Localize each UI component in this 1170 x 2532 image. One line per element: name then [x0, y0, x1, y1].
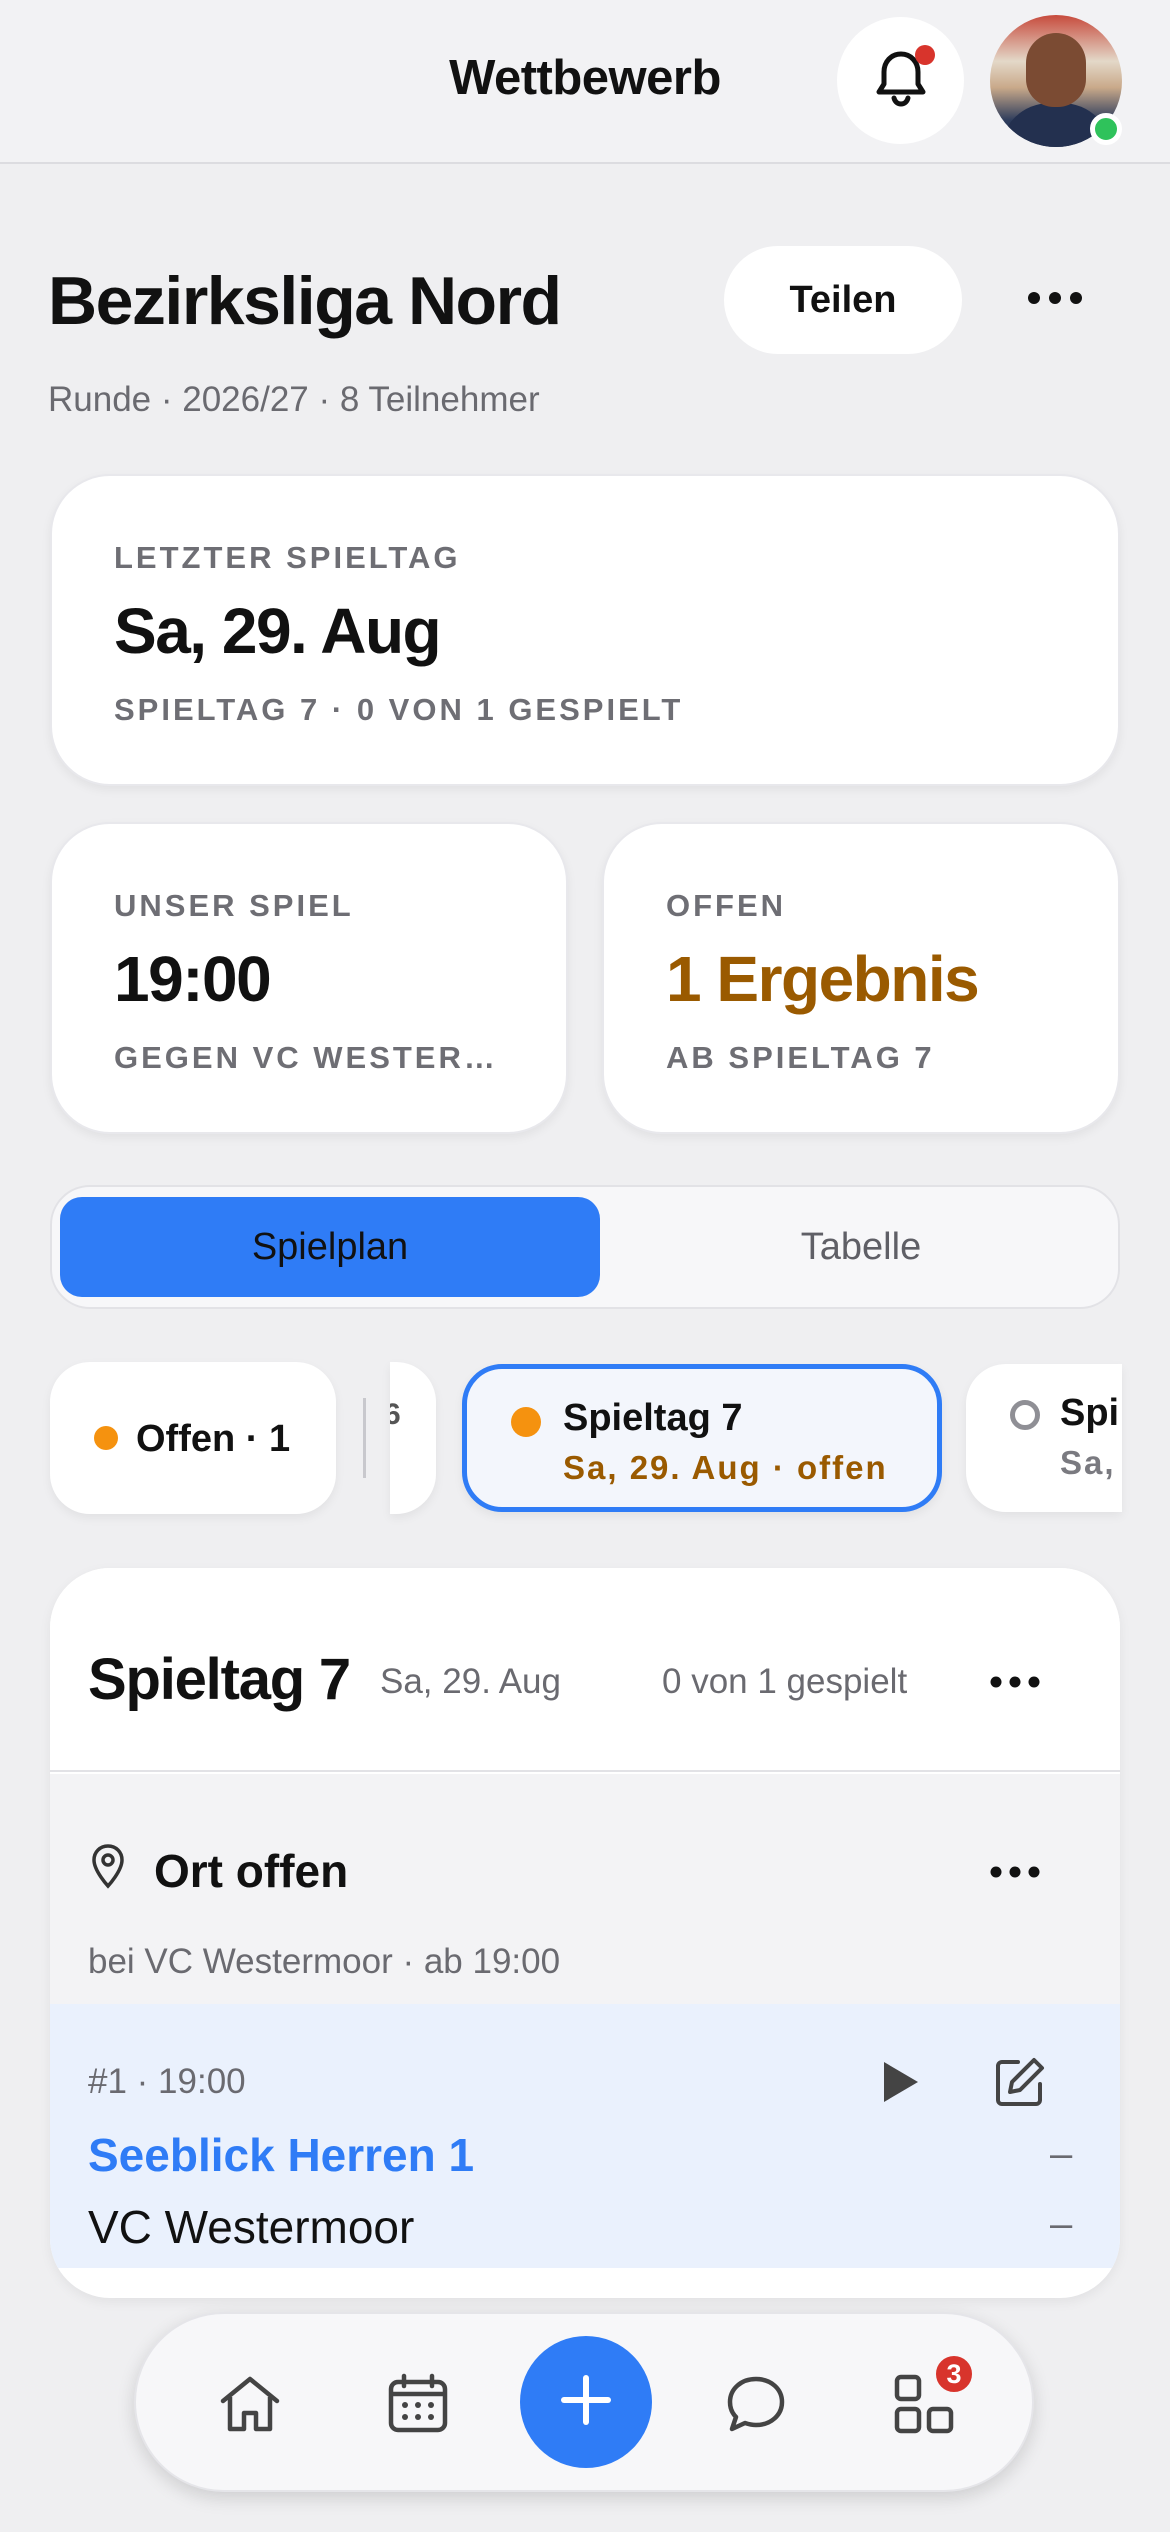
- away-team: VC Westermoor: [88, 2201, 415, 2253]
- location-pin-icon: [90, 1842, 126, 1895]
- chip-subtitle: Sa, 29. Aug · offen: [563, 1449, 888, 1486]
- matchday-title: Spieltag 7: [88, 1647, 351, 1712]
- orange-dot-icon: [511, 1407, 541, 1437]
- chip-title: Spi: [1060, 1392, 1120, 1434]
- home-score: –: [1050, 2132, 1073, 2176]
- card-value: Sa, 29. Aug: [114, 595, 442, 667]
- matchday-chip-next[interactable]: Spi Sa,: [966, 1364, 1122, 1512]
- more-icon: [1027, 291, 1083, 310]
- card-sub: AB SPIELTAG 7: [666, 1040, 935, 1075]
- tab-calendar[interactable]: [380, 2368, 456, 2444]
- game-meta: #1 · 19:00: [88, 2062, 246, 2101]
- venue-more-button[interactable]: [970, 1836, 1060, 1912]
- card-label: UNSER SPIEL: [114, 888, 354, 923]
- edit-icon: [992, 2054, 1048, 2115]
- open-results-card[interactable]: OFFEN 1 Ergebnis AB SPIELTAG 7: [602, 822, 1120, 1134]
- share-button[interactable]: Teilen: [724, 246, 962, 354]
- view-segmented-control: Spielplan Tabelle: [50, 1185, 1120, 1309]
- venue-section: Ort offen bei VC Westermoor · ab 19:00: [50, 1774, 1120, 2004]
- filter-chip-open[interactable]: Offen · 1: [50, 1362, 336, 1514]
- league-subline: Runde · 2026/27 · 8 Teilnehmer: [48, 380, 540, 419]
- card-value: 1 Ergebnis: [666, 943, 980, 1015]
- matchday-chip-previous[interactable]: 6: [390, 1362, 436, 1514]
- chip-label: 6: [390, 1398, 401, 1431]
- card-label: OFFEN: [666, 888, 787, 923]
- matchday-header: Spieltag 7 Sa, 29. Aug 0 von 1 gespielt: [50, 1568, 1120, 1772]
- start-game-button[interactable]: [860, 2044, 940, 2124]
- more-icon: [990, 1675, 1040, 1693]
- top-bar: Wettbewerb: [0, 0, 1170, 164]
- plus-icon: [558, 2372, 614, 2433]
- chat-bubble-icon: [724, 2373, 788, 2440]
- matchday-played-count: 0 von 1 gespielt: [662, 1662, 908, 1701]
- card-sub: GEGEN VC WESTER…: [114, 1040, 498, 1075]
- orange-dot-icon: [94, 1426, 118, 1450]
- tab-home[interactable]: [212, 2368, 288, 2444]
- league-title: Bezirksliga Nord: [48, 263, 562, 339]
- calendar-icon: [386, 2372, 450, 2441]
- edit-game-button[interactable]: [980, 2044, 1060, 2124]
- away-score: –: [1050, 2202, 1073, 2246]
- avatar[interactable]: [990, 15, 1122, 147]
- more-icon: [990, 1865, 1040, 1883]
- chip-label: Offen · 1: [136, 1418, 291, 1460]
- hollow-dot-icon: [1010, 1400, 1040, 1430]
- tab-chat[interactable]: [718, 2368, 794, 2444]
- matchday-more-button[interactable]: [970, 1646, 1060, 1722]
- home-team: Seeblick Herren 1: [88, 2129, 475, 2181]
- chip-divider: [363, 1398, 366, 1478]
- chip-title: Spieltag 7: [563, 1397, 743, 1439]
- matchday-chip-selected[interactable]: Spieltag 7 Sa, 29. Aug · offen: [462, 1364, 942, 1512]
- notification-dot: [915, 45, 935, 65]
- notifications-button[interactable]: [837, 17, 964, 144]
- add-button[interactable]: [520, 2336, 652, 2468]
- notification-badge: 3: [932, 2352, 976, 2396]
- card-value: 19:00: [114, 943, 272, 1015]
- card-label: LETZTER SPIELTAG: [114, 540, 461, 575]
- chip-subtitle: Sa,: [1060, 1444, 1116, 1481]
- card-sub: SPIELTAG 7 · 0 VON 1 GESPIELT: [114, 692, 684, 727]
- game-row[interactable]: #1 · 19:00 Seeblick Herren 1 – VC Wester…: [50, 2004, 1120, 2268]
- venue-title: Ort offen: [154, 1845, 349, 1897]
- matchday-card: Spieltag 7 Sa, 29. Aug 0 von 1 gespielt …: [50, 1568, 1120, 2298]
- home-icon: [217, 2373, 283, 2440]
- more-options-button[interactable]: [1010, 262, 1100, 338]
- matchday-date: Sa, 29. Aug: [380, 1662, 561, 1701]
- bottom-tab-bar: 3: [134, 2312, 1034, 2492]
- venue-subtitle: bei VC Westermoor · ab 19:00: [88, 1942, 561, 1981]
- online-status-dot: [1090, 113, 1122, 145]
- last-matchday-card[interactable]: LETZTER SPIELTAG Sa, 29. Aug SPIELTAG 7 …: [50, 474, 1120, 786]
- tab-tabelle[interactable]: Tabelle: [608, 1197, 1114, 1297]
- tab-spielplan[interactable]: Spielplan: [60, 1197, 600, 1297]
- our-game-card[interactable]: UNSER SPIEL 19:00 GEGEN VC WESTER…: [50, 822, 568, 1134]
- play-icon: [878, 2058, 922, 2111]
